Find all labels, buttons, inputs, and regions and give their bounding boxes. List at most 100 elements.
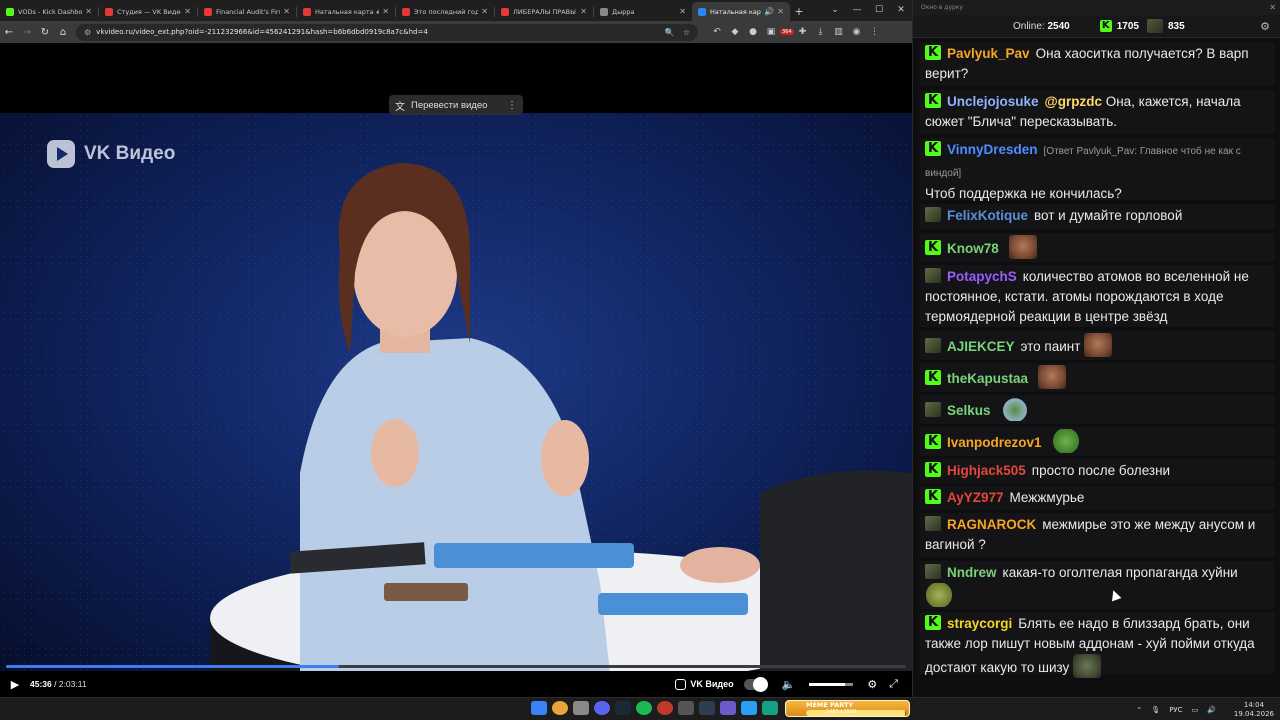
tab-last-year[interactable]: Это последний год Пу✕: [396, 2, 494, 21]
close-icon[interactable]: ✕: [85, 7, 92, 16]
forward-button[interactable]: →: [18, 27, 36, 38]
url-text[interactable]: vkvideo.ru/video_ext.php?oid=-211232966&…: [96, 28, 657, 36]
tab-natal-chart-58[interactable]: Натальная карта #58 А✕: [297, 2, 395, 21]
obs-icon[interactable]: [657, 701, 673, 715]
volume-icon[interactable]: 🔈: [782, 678, 796, 691]
new-tab-button[interactable]: +: [790, 2, 808, 21]
chat-username[interactable]: PotapychS: [947, 269, 1017, 284]
chat-username[interactable]: Highjack505: [947, 463, 1026, 478]
meme-party-widget[interactable]: MEME PARTY 1487 / 1500: [785, 700, 910, 717]
tab-financial-audit[interactable]: Financial Audit's First F✕: [198, 2, 296, 21]
chat-username[interactable]: Nndrew: [947, 565, 997, 580]
tab-kick-dashboard[interactable]: VODs - Kick Dashboard✕: [0, 2, 98, 21]
vk-video-button[interactable]: VK Видео: [675, 678, 734, 690]
home-button[interactable]: ⌂: [54, 27, 72, 38]
settings-gear-icon[interactable]: ⚙: [867, 678, 877, 691]
speaker-icon[interactable]: 🔊: [764, 7, 774, 16]
app-icon[interactable]: [699, 701, 715, 715]
spotify-icon[interactable]: [636, 701, 652, 715]
close-icon[interactable]: ✕: [184, 7, 191, 16]
fullscreen-icon[interactable]: ⤢: [889, 677, 898, 691]
video-frame[interactable]: VK Видео: [0, 113, 912, 671]
undo-icon[interactable]: ↶: [708, 27, 726, 37]
chat-settings-icon[interactable]: ⚙: [1260, 20, 1270, 33]
app-icon[interactable]: [762, 701, 778, 715]
tab-label: Натальная карта #: [710, 7, 761, 16]
translate-video-button[interactable]: 文 Перевести видео ⋮: [389, 95, 523, 115]
chat-username[interactable]: FelixKotique: [947, 208, 1028, 223]
autoplay-toggle[interactable]: [743, 676, 768, 692]
microphone-icon[interactable]: 🎙: [1151, 706, 1160, 714]
reload-button[interactable]: ↻: [36, 27, 54, 38]
close-icon[interactable]: ✕: [382, 7, 389, 16]
tab-vk-studio[interactable]: Студия — VK Видео Li✕: [99, 2, 197, 21]
explorer-icon[interactable]: [573, 701, 589, 715]
extension-icon[interactable]: ●: [744, 27, 762, 37]
chat-username[interactable]: Unclejojosuke: [947, 94, 1039, 109]
tab-search-icon[interactable]: ⌄: [824, 0, 846, 21]
language-indicator[interactable]: РУС: [1169, 706, 1182, 714]
more-options-icon[interactable]: ⋮: [507, 100, 517, 111]
split-view-icon[interactable]: ▥: [830, 27, 848, 37]
profile-icon[interactable]: ◉: [848, 27, 866, 37]
chat-username[interactable]: Ivanpodrezov1: [947, 435, 1042, 450]
chat-text: вот и думайте горловой: [1034, 208, 1183, 223]
vk-favicon-icon: [698, 7, 706, 16]
zoom-icon[interactable]: 🔍: [665, 28, 675, 37]
sub-badge-icon: [925, 268, 941, 283]
tab-liberals[interactable]: ЛИБЕРАЛЫ ПРАВЫ ВС✕: [495, 2, 593, 21]
volume-slider[interactable]: [809, 682, 854, 686]
chat-window-title: Окно в дурку: [921, 4, 963, 11]
chat-username[interactable]: straycorgi: [947, 616, 1012, 631]
tab-dyrra[interactable]: Дырра ✕: [594, 2, 692, 21]
telegram-icon[interactable]: [741, 701, 757, 715]
extension-icon[interactable]: ◆: [726, 27, 744, 37]
play-button[interactable]: ▶: [0, 678, 30, 691]
discord-icon[interactable]: [594, 701, 610, 715]
minimize-icon[interactable]: —: [846, 0, 868, 21]
app-icon[interactable]: [720, 701, 736, 715]
chat-username[interactable]: AyYZ977: [947, 490, 1004, 505]
start-windows-icon[interactable]: [531, 701, 547, 715]
other-person-hand: [680, 547, 760, 583]
tab-label: Это последний год Пу: [414, 7, 479, 16]
chat-username[interactable]: theKapustaa: [947, 371, 1028, 386]
downloads-icon[interactable]: ⤓: [812, 27, 830, 37]
app-icon[interactable]: [678, 701, 694, 715]
menu-kebab-icon[interactable]: ⋮: [866, 27, 884, 37]
close-icon[interactable]: ✕: [679, 7, 686, 16]
chat-username[interactable]: Know78: [947, 241, 999, 256]
chat-text: просто после болезни: [1031, 463, 1171, 478]
close-icon[interactable]: ✕: [283, 7, 290, 16]
site-info-icon[interactable]: ⚙: [84, 28, 91, 37]
extensions-puzzle-icon[interactable]: ✚: [794, 27, 812, 37]
close-icon[interactable]: ✕: [777, 7, 784, 16]
close-icon[interactable]: ✕: [580, 7, 587, 16]
network-icon[interactable]: ▭: [1192, 706, 1199, 714]
chat-mention[interactable]: @grpzdc: [1045, 94, 1102, 109]
extension-icon[interactable]: ▣: [762, 27, 780, 37]
chat-username[interactable]: RAGNAROCK: [947, 517, 1036, 532]
close-window-icon[interactable]: ✕: [890, 0, 912, 21]
tray-chevron-icon[interactable]: ⌃: [1136, 706, 1142, 714]
kick-favicon-icon: [6, 7, 14, 16]
close-icon[interactable]: ✕: [481, 7, 488, 16]
tab-natal-chart-active[interactable]: Натальная карта #🔊✕: [692, 2, 790, 21]
steam-icon[interactable]: [615, 701, 631, 715]
bookmark-star-icon[interactable]: ☆: [683, 28, 690, 37]
chat-window-close-icon[interactable]: ✕: [1269, 3, 1276, 12]
chat-username[interactable]: Pavlyuk_Pav: [947, 46, 1030, 61]
back-button[interactable]: ←: [0, 27, 18, 38]
tab-label: Натальная карта #58 А: [315, 7, 379, 16]
sound-icon[interactable]: 🔊: [1207, 706, 1216, 714]
seek-bar[interactable]: [6, 665, 906, 668]
clock[interactable]: 14:04 19.04.2026: [1225, 701, 1274, 719]
chat-username[interactable]: AJIEKCEY: [947, 339, 1015, 354]
address-bar[interactable]: ⚙ vkvideo.ru/video_ext.php?oid=-21123296…: [76, 23, 698, 41]
chrome-icon[interactable]: [552, 701, 568, 715]
chat-username[interactable]: Selkus: [947, 403, 991, 418]
maximize-icon[interactable]: ☐: [868, 0, 890, 21]
video-player[interactable]: VK Видео 文 Перевести видео ⋮ ▶ 45:36 / 2…: [0, 43, 912, 697]
chat-username[interactable]: VinnyDresden: [947, 142, 1038, 157]
meme-progress-text: 1487 / 1500: [826, 709, 857, 715]
